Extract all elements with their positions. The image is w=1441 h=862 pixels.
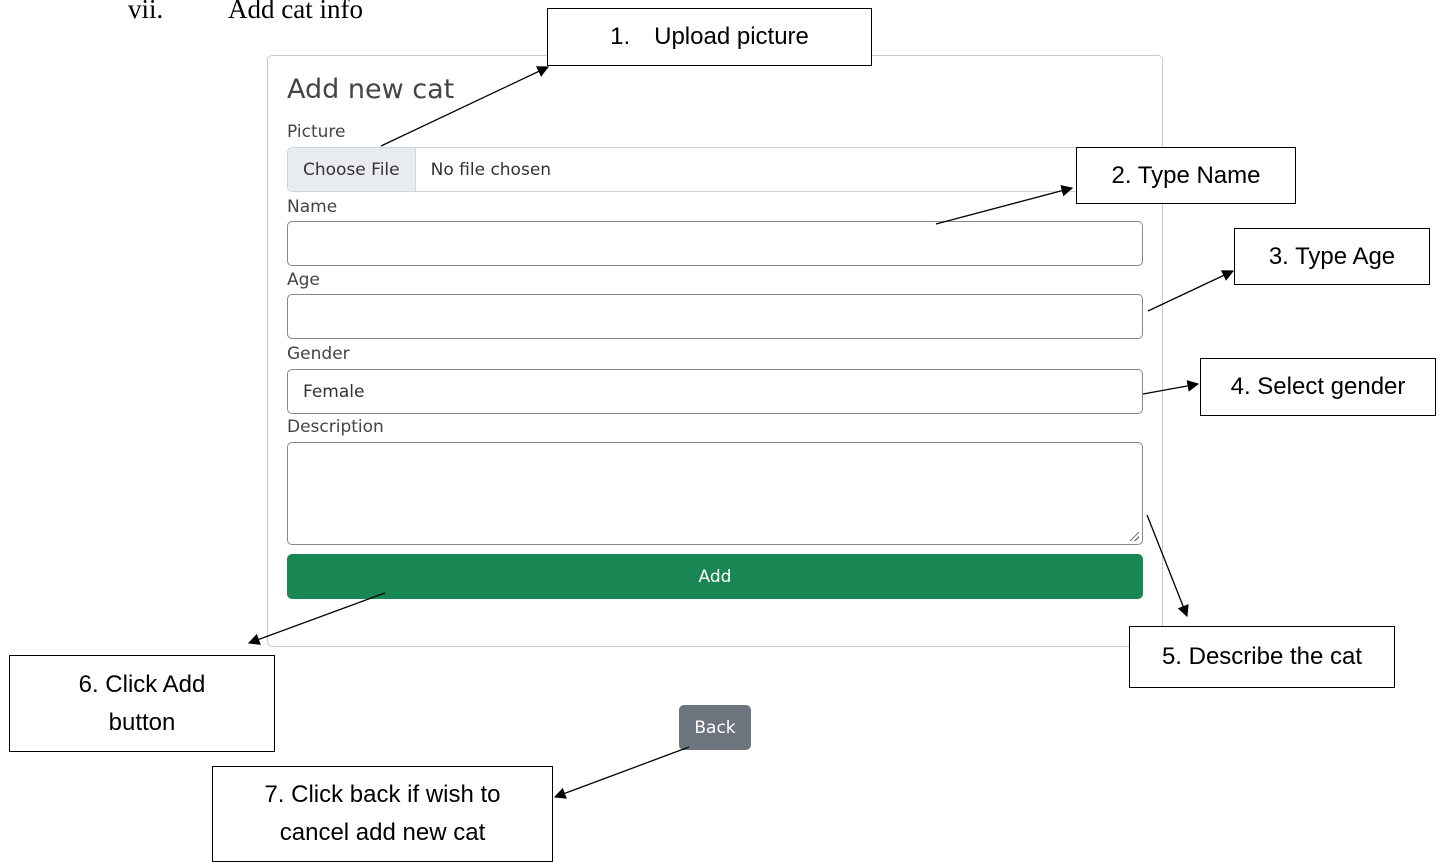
callout-name-text: 2. Type Name [1111,161,1261,189]
arrow-age [1147,270,1235,312]
callout-age-text: 3. Type Age [1268,242,1396,270]
callout-type-age: 3. Type Age [1234,228,1430,285]
callout-add-line2: button [108,708,176,736]
arrow-name [935,185,1074,225]
callout-upload-picture: 1. Upload picture [547,8,872,66]
arrow-add [247,592,386,645]
arrow-describe [1146,514,1189,618]
callout-click-back: 7. Click back if wish to cancel add new … [212,766,553,862]
arrow-back [553,746,690,799]
callout-click-add: 6. Click Add button [9,655,275,752]
callout-gender-text: 4. Select gender [1230,373,1406,400]
arrow-upload [380,66,550,147]
callout-describe-text: 5. Describe the cat [1161,643,1363,670]
callout-type-name: 2. Type Name [1076,147,1296,204]
callout-upload-text: 1. Upload picture [610,23,809,50]
callout-describe-cat: 5. Describe the cat [1129,626,1395,688]
callout-select-gender: 4. Select gender [1200,358,1436,416]
callout-back-line1: 7. Click back if wish to [264,781,501,808]
callout-back-line2: cancel add new cat [279,819,486,846]
arrow-gender [1142,380,1200,395]
callout-add-line1: 6. Click Add [78,670,206,698]
